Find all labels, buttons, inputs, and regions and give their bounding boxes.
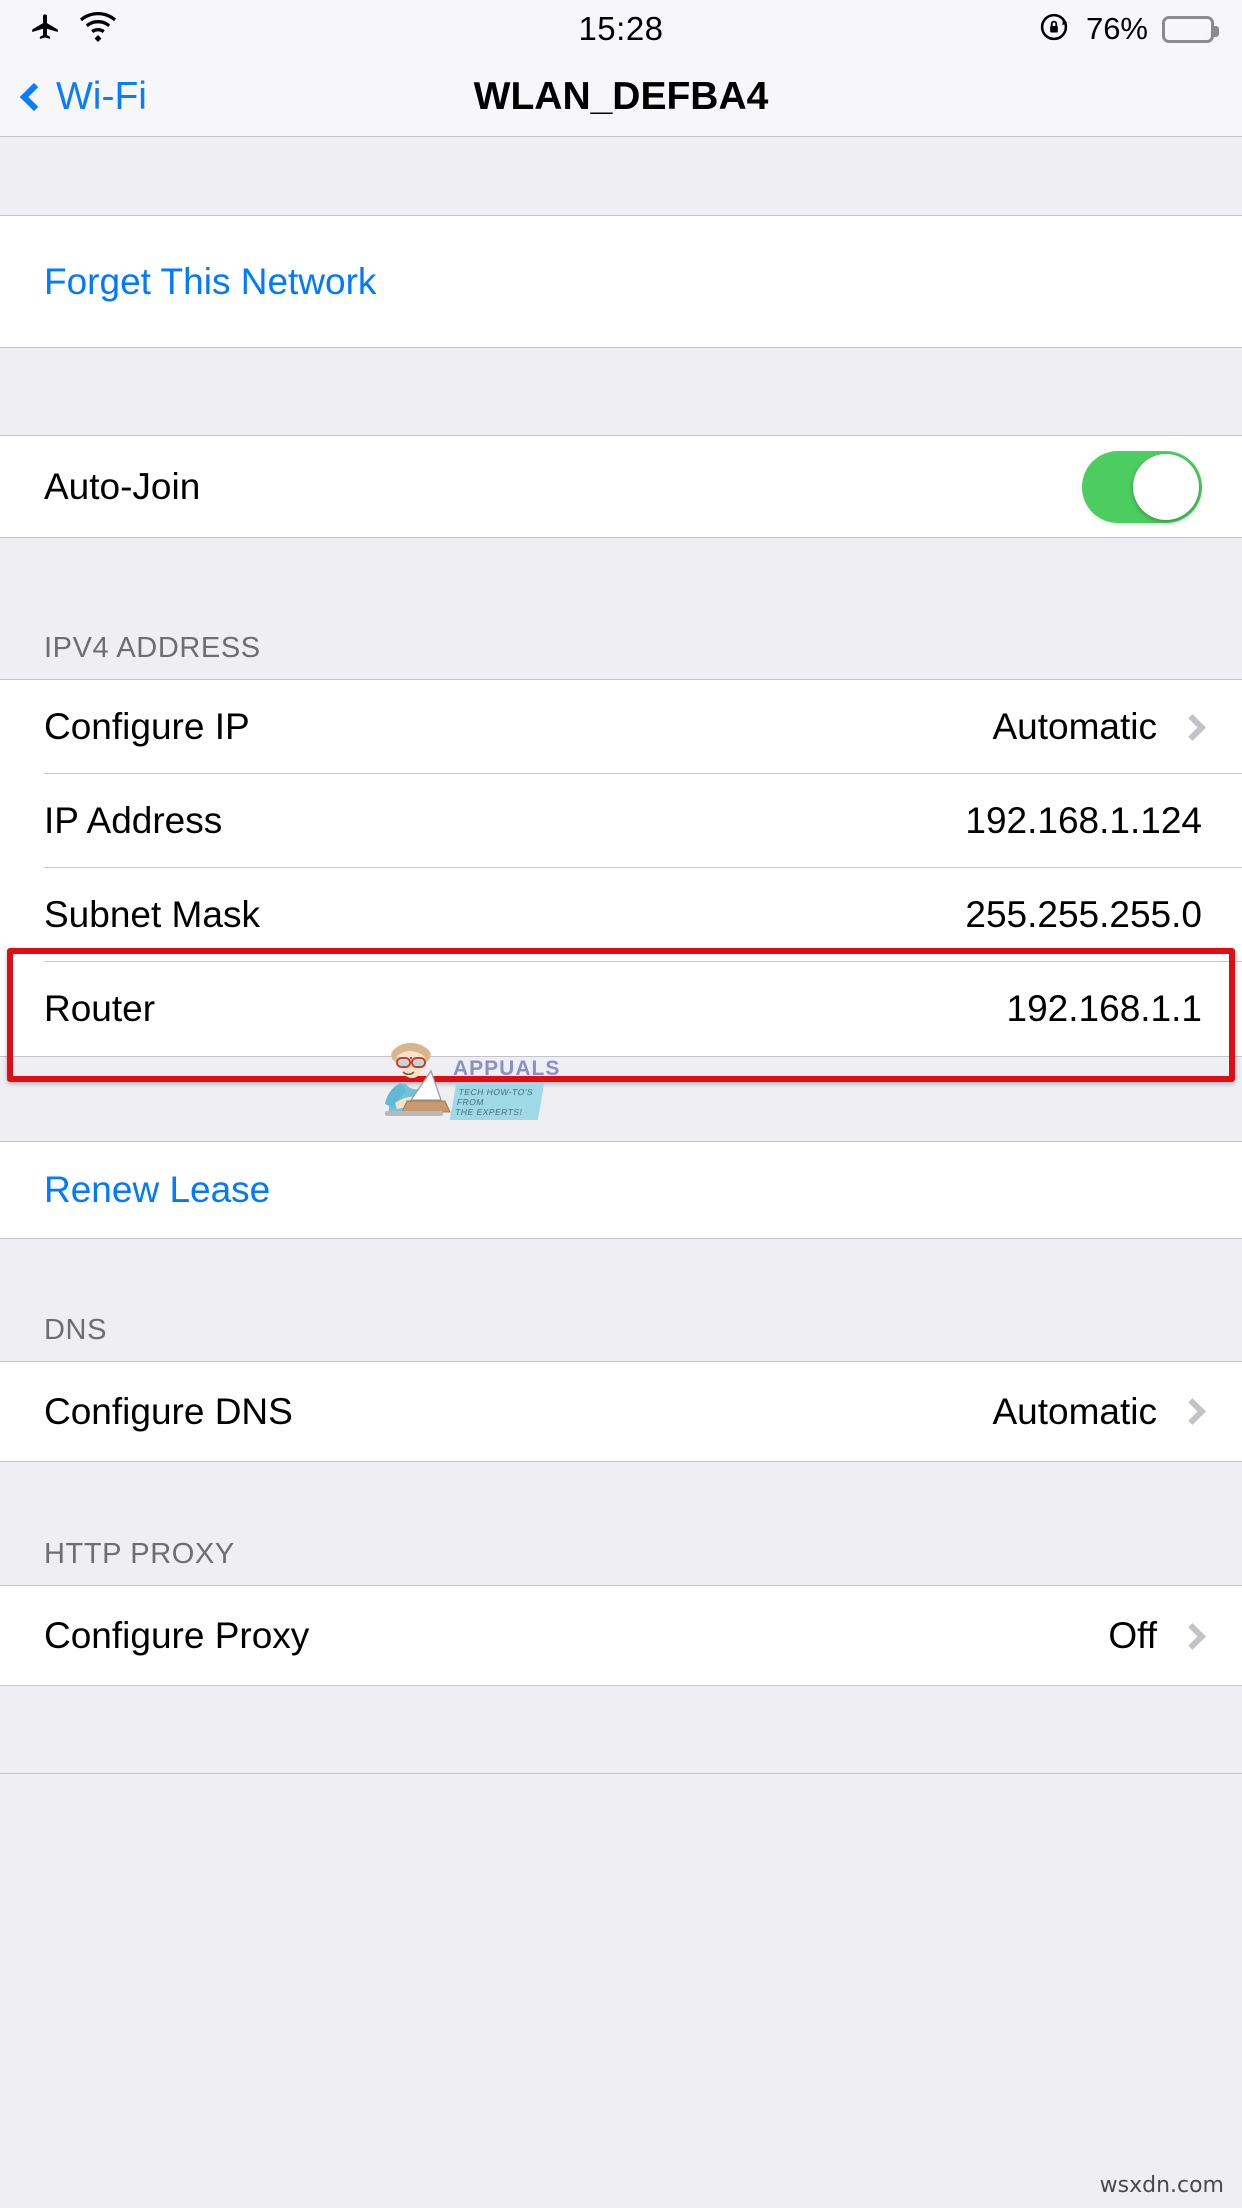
row-separator bbox=[0, 1685, 1242, 1686]
configure-dns-label: Configure DNS bbox=[44, 1390, 293, 1432]
section-header-proxy-label: HTTP PROXY bbox=[44, 1538, 235, 1570]
section-gap-bottom bbox=[0, 1686, 1242, 1774]
section-gap-top bbox=[0, 137, 1242, 216]
status-bar: 15:28 76% bbox=[0, 0, 1242, 58]
ip-address-label: IP Address bbox=[44, 800, 223, 841]
auto-join-toggle[interactable] bbox=[1082, 450, 1202, 523]
navigation-bar: Wi-Fi WLAN_DEFBA4 bbox=[0, 58, 1242, 137]
renew-lease-row[interactable]: Renew Lease bbox=[0, 1142, 1242, 1238]
back-button[interactable]: Wi-Fi bbox=[0, 75, 147, 119]
status-bar-clock: 15:28 bbox=[578, 10, 664, 47]
configure-dns-value-wrap: Automatic bbox=[992, 1390, 1206, 1433]
configure-ip-value-wrap: Automatic bbox=[992, 706, 1206, 748]
configure-ip-row[interactable]: Configure IP Automatic bbox=[0, 680, 1242, 774]
rotation-lock-icon bbox=[1038, 10, 1072, 49]
chevron-right-icon bbox=[1179, 1398, 1206, 1425]
chevron-right-icon bbox=[1179, 713, 1206, 741]
iphone-screen: 15:28 76% Wi-Fi WLAN_DEFBA4 Forget This … bbox=[0, 0, 1242, 2208]
chevron-right-icon bbox=[1179, 1622, 1206, 1650]
page-title: WLAN_DEFBA4 bbox=[473, 75, 769, 118]
configure-dns-row[interactable]: Configure DNS Automatic bbox=[0, 1362, 1242, 1461]
section-header-dns: DNS bbox=[0, 1238, 1242, 1362]
auto-join-toggle-knob bbox=[1133, 453, 1199, 520]
configure-dns-value: Automatic bbox=[992, 1390, 1157, 1432]
renew-lease-label: Renew Lease bbox=[44, 1169, 271, 1210]
configure-proxy-value-wrap: Off bbox=[1108, 1615, 1206, 1657]
section-gap-2 bbox=[0, 1056, 1242, 1142]
subnet-mask-label: Subnet Mask bbox=[44, 894, 260, 935]
footer-credit: wsxdn.com bbox=[1099, 2173, 1224, 2198]
configure-ip-label: Configure IP bbox=[44, 706, 250, 747]
status-bar-right: 76% bbox=[1038, 10, 1219, 49]
back-button-label: Wi-Fi bbox=[56, 75, 147, 118]
battery-percent-label: 76% bbox=[1085, 11, 1148, 46]
ip-address-row[interactable]: IP Address 192.168.1.124 bbox=[0, 774, 1242, 868]
chevron-left-icon bbox=[19, 82, 49, 112]
forget-network-label: Forget This Network bbox=[44, 260, 377, 302]
configure-proxy-row[interactable]: Configure Proxy Off bbox=[0, 1586, 1242, 1686]
section-header-ipv4-label: IPV4 ADDRESS bbox=[44, 632, 261, 664]
subnet-mask-row[interactable]: Subnet Mask 255.255.255.0 bbox=[0, 868, 1242, 962]
configure-ip-value: Automatic bbox=[992, 706, 1157, 747]
router-value: 192.168.1.1 bbox=[1006, 988, 1202, 1029]
wifi-icon bbox=[80, 11, 116, 47]
auto-join-label: Auto-Join bbox=[44, 465, 201, 507]
status-bar-left bbox=[28, 10, 116, 49]
section-gap-1 bbox=[0, 347, 1242, 436]
ip-address-value: 192.168.1.124 bbox=[965, 800, 1202, 841]
router-label: Router bbox=[44, 988, 156, 1029]
section-header-dns-label: DNS bbox=[44, 1314, 108, 1346]
forget-network-row[interactable]: Forget This Network bbox=[0, 216, 1242, 347]
subnet-mask-value: 255.255.255.0 bbox=[965, 894, 1202, 935]
configure-proxy-value: Off bbox=[1108, 1615, 1157, 1656]
section-header-proxy: HTTP PROXY bbox=[0, 1461, 1242, 1586]
auto-join-row[interactable]: Auto-Join bbox=[0, 436, 1242, 537]
configure-proxy-label: Configure Proxy bbox=[44, 1615, 310, 1656]
battery-icon bbox=[1162, 15, 1219, 43]
airplane-mode-icon bbox=[28, 10, 62, 49]
router-row[interactable]: Router 192.168.1.1 bbox=[0, 962, 1242, 1056]
section-header-ipv4: IPV4 ADDRESS bbox=[0, 537, 1242, 680]
